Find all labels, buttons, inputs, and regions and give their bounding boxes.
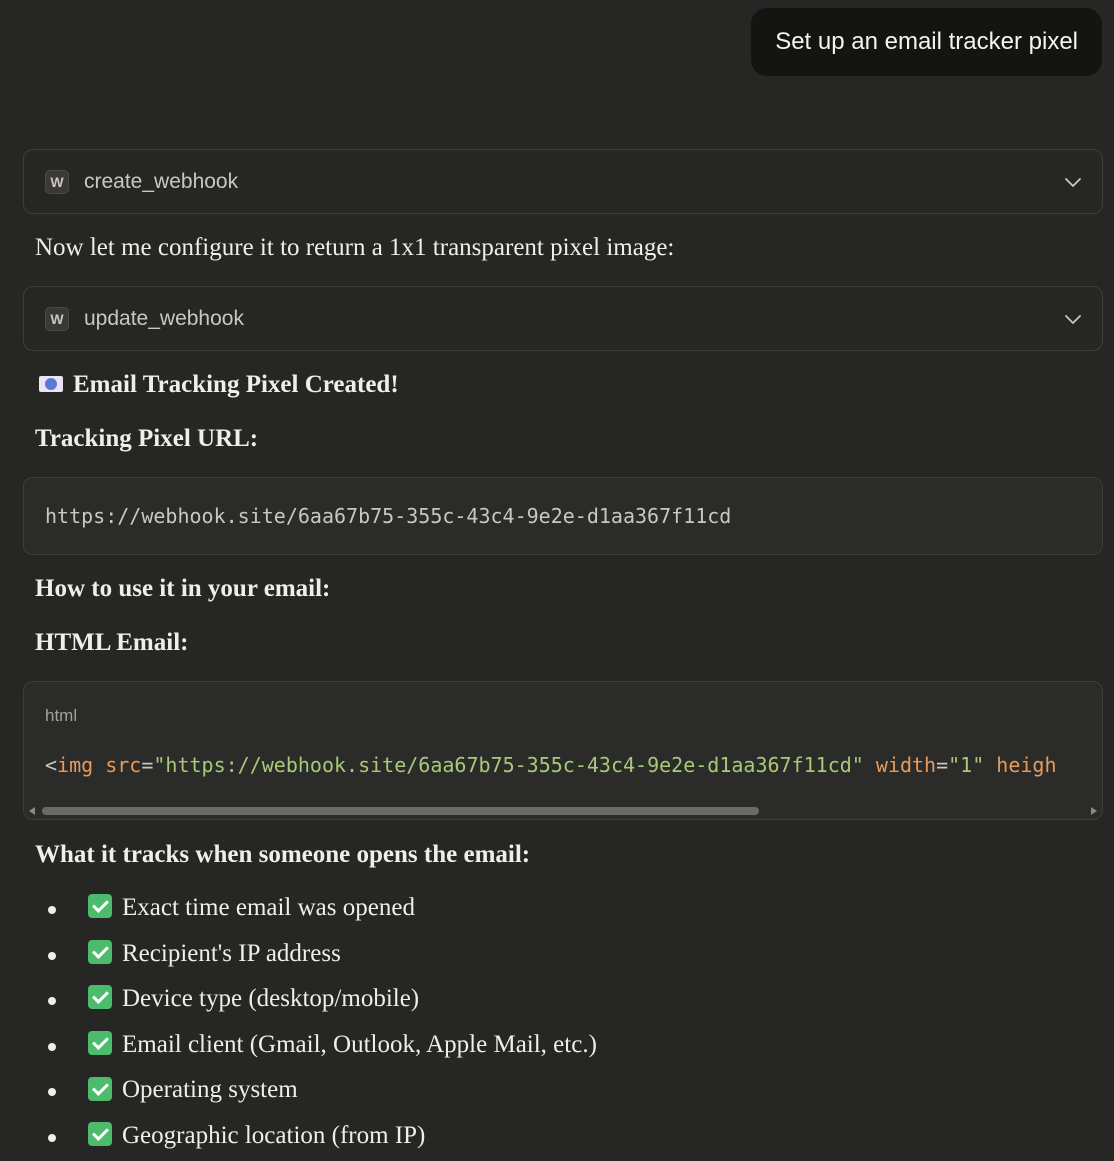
- check-mark-icon: [88, 1122, 112, 1147]
- tool-call-create-webhook[interactable]: W create_webhook: [23, 149, 1103, 214]
- bullet-icon: [48, 1088, 56, 1097]
- code-token: <: [45, 753, 58, 777]
- check-mark-icon: [88, 1031, 112, 1056]
- list-item-text: Recipient's IP address: [122, 939, 341, 967]
- bullet-icon: [48, 1042, 56, 1051]
- code-token: img: [57, 753, 94, 777]
- tool-call-update-webhook[interactable]: W update_webhook: [23, 286, 1103, 351]
- webhook-tool-icon: W: [45, 306, 69, 331]
- tracks-heading: What it tracks when someone opens the em…: [35, 841, 531, 868]
- check-mark-icon: [88, 1076, 112, 1101]
- bullet-icon: [48, 906, 56, 914]
- code-token: =: [936, 753, 949, 777]
- chevron-down-icon[interactable]: [1064, 313, 1082, 325]
- scrollbar-thumb[interactable]: [42, 807, 759, 815]
- code-language-label: html: [45, 706, 78, 725]
- how-to-use-heading: How to use it in your email:: [35, 575, 331, 602]
- html-code-block: html <img src="https://webhook.site/6aa6…: [23, 681, 1103, 820]
- chevron-down-icon[interactable]: [1064, 176, 1082, 188]
- list-item-text: Email client (Gmail, Outlook, Apple Mail…: [122, 1030, 597, 1058]
- horizontal-scrollbar[interactable]: [24, 803, 1102, 819]
- check-mark-icon: [88, 985, 112, 1010]
- bullet-icon: [48, 1133, 56, 1142]
- code-token: width: [875, 753, 937, 777]
- code-token: heigh: [996, 753, 1057, 777]
- list-item-text: Geographic location (from IP): [122, 1121, 426, 1149]
- webhook-tool-icon: W: [45, 169, 69, 194]
- html-email-heading: HTML Email:: [35, 629, 189, 656]
- code-line[interactable]: <img src="https://webhook.site/6aa67b75-…: [45, 753, 1057, 777]
- scroll-left-arrow-icon[interactable]: [28, 807, 36, 815]
- user-message-bubble: Set up an email tracker pixel: [751, 8, 1102, 76]
- code-token: src: [105, 753, 142, 777]
- tool-call-name: update_webhook: [84, 306, 244, 330]
- created-heading-text: Email Tracking Pixel Created!: [73, 371, 399, 398]
- check-mark-icon: [88, 939, 112, 964]
- list-item-text: Operating system: [122, 1076, 298, 1104]
- code-token: =: [141, 753, 154, 777]
- list-item-text: Exact time email was opened: [122, 894, 415, 921]
- user-message-text: Set up an email tracker pixel: [775, 28, 1078, 55]
- tracking-url-heading: Tracking Pixel URL:: [35, 425, 259, 452]
- tracking-url-code-block: https://webhook.site/6aa67b75-355c-43c4-…: [23, 477, 1103, 555]
- bullet-icon: [48, 951, 56, 960]
- code-token: "https://webhook.site/6aa67b75-355c-43c4…: [153, 753, 864, 777]
- check-mark-icon: [88, 894, 112, 919]
- tool-call-name: create_webhook: [84, 169, 239, 193]
- scroll-right-arrow-icon[interactable]: [1090, 807, 1098, 815]
- list-item-text: Device type (desktop/mobile): [122, 985, 420, 1013]
- created-heading: Email Tracking Pixel Created!: [39, 371, 399, 399]
- code-token: "1": [948, 753, 985, 777]
- tracking-url-text[interactable]: https://webhook.site/6aa67b75-355c-43c4-…: [45, 504, 731, 528]
- intro-paragraph: Now let me configure it to return a 1x1 …: [35, 234, 675, 261]
- email-pixel-icon: [39, 376, 63, 393]
- bullet-icon: [48, 997, 56, 1006]
